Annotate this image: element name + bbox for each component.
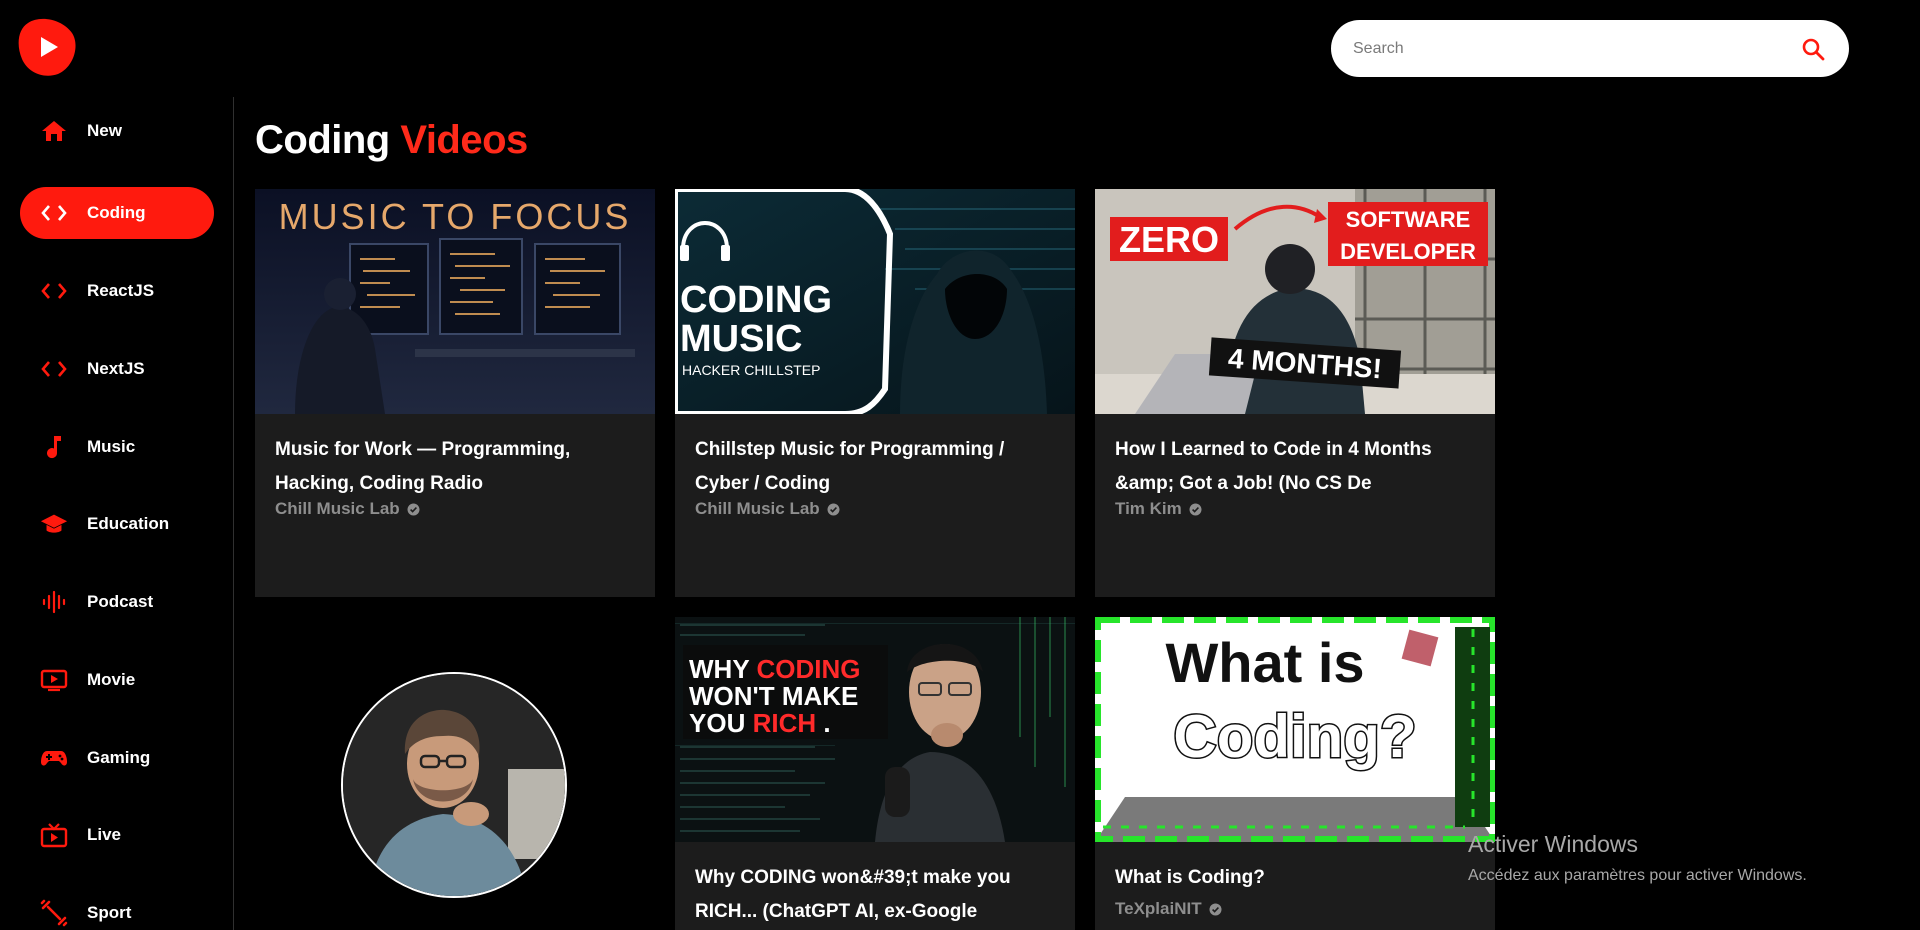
verified-check-icon bbox=[1189, 503, 1202, 516]
thumb-text: SOFTWARE bbox=[1346, 207, 1471, 232]
thumb-text: RICH bbox=[753, 708, 817, 738]
thumb-text: What is bbox=[1165, 631, 1364, 694]
verified-check-icon bbox=[827, 503, 840, 516]
video-card[interactable]: What is Coding? What is Coding? TeXplaiN… bbox=[1095, 617, 1495, 930]
video-card[interactable]: MUSIC TO FOCUS Music for Work — Programm… bbox=[255, 189, 655, 597]
search-bar bbox=[1331, 20, 1849, 77]
thumb-text: CODING bbox=[756, 654, 860, 684]
code-icon bbox=[40, 355, 68, 383]
sidebar-item-label: Coding bbox=[87, 203, 146, 222]
video-title[interactable]: Why CODING won&#39;t make you RICH... (C… bbox=[695, 861, 1065, 929]
code-icon bbox=[40, 277, 68, 305]
search-icon[interactable] bbox=[1799, 35, 1827, 63]
thumb-text: WHY bbox=[689, 654, 749, 684]
fitness-icon bbox=[40, 899, 68, 927]
video-title[interactable]: Music for Work — Programming, Hacking, C… bbox=[275, 433, 645, 501]
video-icon bbox=[40, 666, 68, 694]
sidebar-item-music[interactable]: Music bbox=[20, 421, 214, 473]
graduation-cap-icon bbox=[40, 510, 68, 538]
sidebar-item-movie[interactable]: Movie bbox=[20, 654, 214, 706]
sidebar-item-live[interactable]: Live bbox=[20, 809, 214, 861]
home-icon bbox=[40, 117, 68, 145]
video-thumbnail[interactable]: MUSIC TO FOCUS bbox=[255, 189, 655, 414]
live-tv-icon bbox=[40, 821, 68, 849]
svg-text:WHY CODING: WHY CODING bbox=[689, 654, 860, 684]
video-title[interactable]: Chillstep Music for Programming / Cyber … bbox=[695, 433, 1065, 501]
page-title-accent: Videos bbox=[400, 118, 528, 162]
page-title-prefix: Coding bbox=[255, 118, 390, 162]
video-thumbnail[interactable]: CODING MUSIC HACKER CHILLSTEP bbox=[675, 189, 1075, 414]
app-root: New Coding ReactJS NextJS Music bbox=[0, 0, 1920, 930]
sidebar-item-label: Education bbox=[87, 514, 170, 533]
windows-activation-watermark: Activer Windows Accédez aux paramètres p… bbox=[1468, 831, 1807, 885]
code-icon bbox=[40, 199, 68, 227]
sidebar-item-sport[interactable]: Sport bbox=[20, 887, 214, 930]
sidebar-item-reactjs[interactable]: ReactJS bbox=[20, 265, 214, 317]
video-title[interactable]: How I Learned to Code in 4 Months &amp; … bbox=[1115, 433, 1485, 501]
thumb-text: DEVELOPER bbox=[1340, 239, 1476, 264]
sidebar-item-label: New bbox=[87, 121, 122, 140]
verified-check-icon bbox=[1209, 903, 1222, 916]
channel-name[interactable]: Tim Kim bbox=[1115, 499, 1202, 519]
sidebar-item-label: Gaming bbox=[87, 748, 151, 767]
video-card[interactable]: WHY CODING WON'T MAKE YOU RICH . Why COD… bbox=[675, 617, 1075, 930]
video-title[interactable]: What is Coding? bbox=[1115, 861, 1485, 895]
sidebar-item-label: Live bbox=[87, 825, 122, 844]
thumb-text: Coding? bbox=[1173, 703, 1416, 770]
video-card[interactable]: CODING MUSIC HACKER CHILLSTEP Chillstep … bbox=[675, 189, 1075, 597]
sidebar-item-new[interactable]: New bbox=[20, 105, 214, 157]
sidebar-item-education[interactable]: Education bbox=[20, 498, 214, 550]
thumb-text: MUSIC TO FOCUS bbox=[279, 196, 632, 237]
gamepad-icon bbox=[40, 744, 68, 772]
thumb-text: WON'T MAKE bbox=[689, 681, 858, 711]
watermark-title: Activer Windows bbox=[1468, 831, 1638, 857]
thumb-text: MUSIC bbox=[680, 318, 802, 360]
sidebar-item-podcast[interactable]: Podcast bbox=[20, 576, 214, 628]
verified-check-icon bbox=[407, 503, 420, 516]
sidebar-item-label: ReactJS bbox=[87, 281, 155, 300]
sidebar: New Coding ReactJS NextJS Music Educatio… bbox=[0, 97, 234, 930]
video-thumbnail[interactable]: What is Coding? bbox=[1095, 617, 1495, 842]
avatar[interactable] bbox=[341, 672, 567, 898]
sidebar-item-label: NextJS bbox=[87, 359, 145, 378]
thumb-text: CODING bbox=[680, 279, 832, 321]
thumb-text: YOU bbox=[689, 708, 745, 738]
sidebar-item-label: Music bbox=[87, 437, 136, 456]
channel-name[interactable]: Chill Music Lab bbox=[695, 499, 840, 519]
search-input[interactable] bbox=[1353, 39, 1799, 58]
video-thumbnail[interactable]: ZERO SOFTWARE DEVELOPER 4 MONTHS! bbox=[1095, 189, 1495, 414]
sidebar-item-gaming[interactable]: Gaming bbox=[20, 732, 214, 784]
audio-wave-icon bbox=[40, 588, 68, 616]
sidebar-item-label: Sport bbox=[87, 903, 132, 922]
thumb-text: ZERO bbox=[1119, 219, 1219, 260]
video-card[interactable]: ZERO SOFTWARE DEVELOPER 4 MONTHS! How I … bbox=[1095, 189, 1495, 597]
watermark-subtitle: Accédez aux paramètres pour activer Wind… bbox=[1468, 867, 1807, 884]
play-logo-icon[interactable] bbox=[18, 17, 76, 77]
music-note-icon bbox=[40, 433, 68, 461]
page-title: Coding Videos bbox=[255, 118, 528, 163]
sidebar-item-label: Movie bbox=[87, 670, 136, 689]
sidebar-item-label: Podcast bbox=[87, 592, 154, 611]
channel-name[interactable]: TeXplaiNIT bbox=[1115, 899, 1222, 919]
thumb-text: . bbox=[823, 708, 830, 738]
channel-name[interactable]: Chill Music Lab bbox=[275, 499, 420, 519]
video-thumbnail[interactable]: WHY CODING WON'T MAKE YOU RICH . bbox=[675, 617, 1075, 842]
svg-text:YOU RICH .: YOU RICH . bbox=[689, 708, 831, 738]
sidebar-item-nextjs[interactable]: NextJS bbox=[20, 343, 214, 395]
thumb-text: HACKER CHILLSTEP bbox=[682, 362, 820, 378]
sidebar-item-coding[interactable]: Coding bbox=[20, 187, 214, 239]
